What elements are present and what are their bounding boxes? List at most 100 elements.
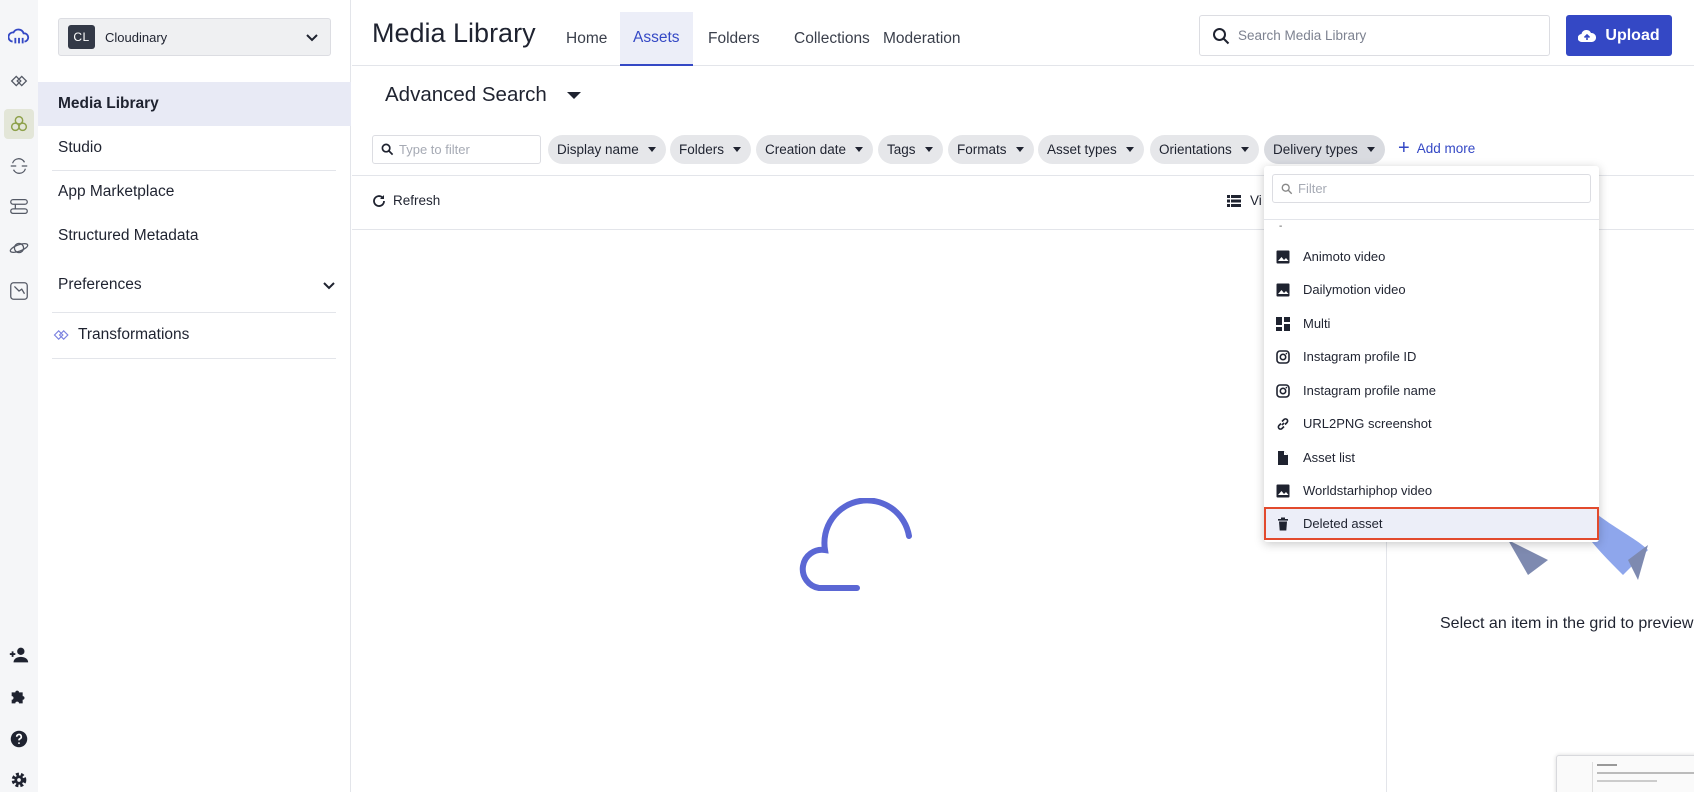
account-badge: CL bbox=[68, 25, 95, 49]
link-icon bbox=[1277, 417, 1289, 430]
sidebar-item-transformations[interactable]: Transformations bbox=[52, 313, 351, 357]
cloudinary-logo-icon[interactable] bbox=[4, 22, 34, 52]
caret-down-icon bbox=[647, 147, 656, 152]
filter-chip-creation-date[interactable]: Creation date bbox=[756, 135, 874, 164]
chevron-down-icon bbox=[306, 34, 318, 42]
integrations-icon[interactable] bbox=[4, 276, 34, 306]
sidebar-item-studio[interactable]: Studio bbox=[52, 126, 351, 170]
type-filter-input[interactable] bbox=[399, 142, 539, 157]
settings-gear-icon[interactable] bbox=[4, 765, 34, 792]
chip-label: Tags bbox=[887, 142, 916, 157]
dropdown-item-label: Worldstarhiphop video bbox=[1303, 483, 1433, 498]
tab-home[interactable]: Home bbox=[553, 12, 620, 66]
sidebar-item-media-library[interactable]: Media Library bbox=[38, 82, 351, 126]
assets-icon[interactable] bbox=[4, 109, 34, 139]
view-toggle-button[interactable]: Vi bbox=[1227, 193, 1262, 208]
dropdown-item-multi[interactable]: Multi bbox=[1264, 307, 1599, 340]
search-icon bbox=[1281, 183, 1293, 194]
add-more-filters-button[interactable]: + Add more bbox=[1398, 138, 1475, 158]
top-header: Media Library Home Assets Folders Collec… bbox=[352, 0, 1694, 66]
trash-icon bbox=[1278, 517, 1288, 530]
planet-icon[interactable] bbox=[4, 233, 34, 263]
help-icon[interactable] bbox=[4, 724, 34, 754]
sidebar-item-label: Preferences bbox=[58, 276, 142, 293]
dropdown-item-label: Multi bbox=[1303, 316, 1331, 331]
sidebar-item-label: Studio bbox=[58, 139, 102, 156]
workflow-icon[interactable] bbox=[4, 192, 34, 222]
caret-down-icon bbox=[1125, 147, 1134, 152]
cloud-upload-icon bbox=[1578, 29, 1597, 42]
sidebar-item-label: App Marketplace bbox=[58, 183, 175, 200]
dropdown-item-deleted-asset[interactable]: Deleted asset bbox=[1264, 507, 1599, 540]
dropdown-filter-box[interactable] bbox=[1272, 174, 1591, 203]
dropdown-item-dailymotion-video[interactable]: Dailymotion video bbox=[1264, 273, 1599, 306]
search-icon bbox=[1213, 27, 1230, 44]
sidebar-item-structured-metadata[interactable]: Structured Metadata bbox=[52, 214, 351, 258]
caret-down-icon bbox=[566, 91, 581, 99]
search-bar[interactable] bbox=[1199, 15, 1550, 56]
sidebar-item-label: Media Library bbox=[58, 95, 159, 112]
dropdown-item-url2png-screenshot[interactable]: URL2PNG screenshot bbox=[1264, 407, 1599, 440]
caret-down-icon bbox=[1240, 147, 1249, 152]
dropdown-item-label: URL2PNG screenshot bbox=[1303, 416, 1432, 431]
scroll-indicator: - bbox=[1279, 221, 1283, 232]
transformations-icon[interactable] bbox=[4, 66, 34, 96]
dropdown-item-label: Animoto video bbox=[1303, 249, 1386, 264]
image-icon bbox=[1276, 283, 1290, 296]
dropdown-filter-input[interactable] bbox=[1298, 181, 1578, 196]
filter-chip-display-name[interactable]: Display name bbox=[548, 135, 666, 164]
chip-label: Folders bbox=[679, 142, 725, 157]
sidebar-divider bbox=[52, 358, 336, 359]
sidebar-item-app-marketplace[interactable]: App Marketplace bbox=[52, 170, 351, 214]
tab-assets[interactable]: Assets bbox=[620, 12, 693, 66]
dropdown-item-label: Asset list bbox=[1303, 450, 1356, 465]
chip-label: Delivery types bbox=[1273, 142, 1358, 157]
account-switcher[interactable]: CL Cloudinary bbox=[58, 18, 331, 56]
chevron-down-icon bbox=[323, 282, 335, 290]
refresh-button[interactable]: Refresh bbox=[372, 193, 440, 208]
add-user-icon[interactable] bbox=[4, 640, 34, 670]
dashboard-icon bbox=[1276, 316, 1290, 331]
transformations-icon bbox=[53, 330, 69, 340]
dropdown-item-instagram-profile-id[interactable]: Instagram profile ID bbox=[1264, 340, 1599, 373]
advanced-search-toggle[interactable]: Advanced Search bbox=[385, 83, 581, 107]
list-view-icon bbox=[1227, 194, 1241, 207]
search-input[interactable] bbox=[1238, 28, 1528, 43]
caret-down-icon bbox=[733, 147, 742, 152]
puzzle-icon[interactable] bbox=[4, 682, 34, 712]
instagram-icon bbox=[1276, 349, 1290, 364]
type-filter-box[interactable] bbox=[372, 135, 541, 164]
filter-chip-formats[interactable]: Formats bbox=[948, 135, 1034, 164]
dropdown-item-label: Instagram profile ID bbox=[1303, 349, 1417, 364]
upload-label: Upload bbox=[1605, 26, 1660, 44]
dropdown-item-asset-list[interactable]: Asset list bbox=[1264, 441, 1599, 474]
dropdown-separator bbox=[1264, 219, 1599, 220]
tab-collections[interactable]: Collections bbox=[781, 12, 883, 66]
dropdown-item-instagram-profile-name[interactable]: Instagram profile name bbox=[1264, 374, 1599, 407]
filter-chip-tags[interactable]: Tags bbox=[878, 135, 943, 164]
account-name: Cloudinary bbox=[105, 29, 168, 45]
upload-button[interactable]: Upload bbox=[1566, 15, 1672, 56]
dropdown-item-animoto-video[interactable]: Animoto video bbox=[1264, 240, 1599, 273]
filter-chip-folders[interactable]: Folders bbox=[670, 135, 752, 164]
advanced-search-title: Advanced Search bbox=[385, 83, 547, 106]
chip-label: Display name bbox=[557, 142, 639, 157]
caret-down-icon bbox=[1015, 147, 1024, 152]
chip-label: Orientations bbox=[1159, 142, 1232, 157]
filter-chip-orientations[interactable]: Orientations bbox=[1150, 135, 1259, 164]
image-icon bbox=[1276, 484, 1290, 497]
sidebar-item-label: Structured Metadata bbox=[58, 227, 199, 244]
video-icon[interactable] bbox=[4, 151, 34, 181]
filter-chip-delivery-types[interactable]: Delivery types bbox=[1264, 135, 1385, 164]
sidebar-item-label: Transformations bbox=[78, 326, 190, 343]
dropdown-item-worldstarhiphop-video[interactable]: Worldstarhiphop video bbox=[1264, 474, 1599, 507]
search-icon bbox=[381, 143, 394, 156]
dropdown-item-label: Deleted asset bbox=[1303, 516, 1383, 531]
filter-chip-asset-types[interactable]: Asset types bbox=[1038, 135, 1144, 164]
caret-down-icon bbox=[1366, 147, 1375, 152]
image-icon bbox=[1276, 250, 1290, 263]
tab-moderation[interactable]: Moderation bbox=[870, 12, 974, 66]
tab-folders[interactable]: Folders bbox=[695, 12, 773, 66]
sidebar-item-preferences[interactable]: Preferences bbox=[52, 263, 337, 307]
file-icon bbox=[1278, 450, 1288, 465]
